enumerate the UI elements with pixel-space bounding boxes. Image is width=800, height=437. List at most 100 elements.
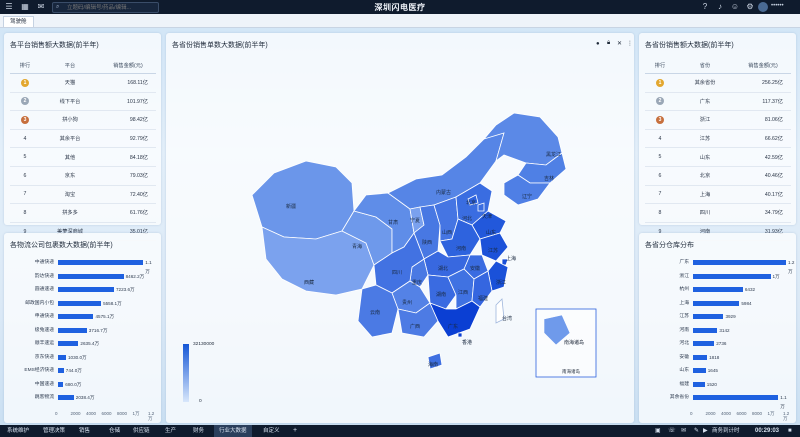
window-icon[interactable]: ▣ <box>655 425 661 437</box>
province-label[interactable]: 云南 <box>370 309 380 316</box>
taskbar-item[interactable]: 自定义 <box>258 425 285 437</box>
table-row[interactable]: 6 京东 79.03亿 <box>10 166 156 186</box>
province-label[interactable]: 吉林 <box>544 175 554 182</box>
bar-value-label: 2038.4万 <box>75 395 95 400</box>
settings-icon[interactable]: ⚙ <box>745 2 755 12</box>
bell-icon[interactable]: ♪ <box>715 2 725 12</box>
bar-row[interactable]: 中国速递 680.0万 <box>6 380 156 391</box>
province-label[interactable]: 河北 <box>462 215 472 222</box>
taskbar-item[interactable]: 供应链 <box>128 425 155 437</box>
province-label[interactable]: 河南 <box>456 245 466 252</box>
table-row[interactable]: 2 线下平台 101.97亿 <box>10 92 156 112</box>
table-row[interactable]: 7 上海 40.17亿 <box>645 185 791 205</box>
bar-row[interactable]: 极兔速递 3716.7万 <box>6 326 156 337</box>
stop-icon[interactable]: ■ <box>788 425 792 437</box>
bar-row[interactable]: 中通快递 1.1万 <box>6 258 156 274</box>
phone-icon[interactable]: ☏ <box>668 425 676 437</box>
table-row[interactable]: 5 其他 84.18亿 <box>10 147 156 167</box>
user-icon[interactable]: ☺ <box>730 2 740 12</box>
rank-cell: 8 <box>10 203 40 223</box>
province-label[interactable]: 上海 <box>506 255 516 262</box>
province-label[interactable]: 天津 <box>482 213 492 220</box>
province-label[interactable]: 北京 <box>466 199 476 206</box>
user-name[interactable]: •••••• <box>771 3 784 9</box>
province-label[interactable]: 陕西 <box>422 239 432 246</box>
province-label[interactable]: 山东 <box>486 229 496 236</box>
tab-cockpit[interactable]: 驾驶舱 <box>3 16 34 27</box>
bar-row[interactable]: 河南 3142 <box>641 326 791 337</box>
mail-icon[interactable]: ✎ <box>694 425 699 437</box>
province-label[interactable]: 湖南 <box>436 291 446 298</box>
add-tab-icon[interactable]: + <box>293 425 297 437</box>
province-label[interactable]: 辽宁 <box>522 193 532 200</box>
province-label[interactable]: 海南 <box>428 361 438 368</box>
province-label[interactable]: 贵州 <box>402 299 412 306</box>
table-row[interactable]: 1 天猫 168.11亿 <box>10 73 156 93</box>
province-label[interactable]: 西藏 <box>304 279 314 286</box>
bar-row[interactable]: 韵达快递 8462.2万 <box>6 272 156 283</box>
province-label[interactable]: 安徽 <box>470 265 480 272</box>
avatar[interactable] <box>758 2 768 12</box>
bar-row[interactable]: 上海 5984 <box>641 299 791 310</box>
table-row[interactable]: 3 浙江 81.06亿 <box>645 110 791 130</box>
bar-row[interactable]: 申通快递 4575.1万 <box>6 312 156 323</box>
province-label[interactable]: 浙江 <box>496 279 506 286</box>
province-label[interactable]: 重庆 <box>412 279 422 286</box>
play-icon[interactable]: ▶ <box>703 425 708 437</box>
province-label[interactable]: 宁夏 <box>410 217 420 224</box>
bar-row[interactable]: 福建 1520 <box>641 380 791 391</box>
bar-row[interactable]: 跳客物流 2038.4万 <box>6 393 156 404</box>
province-label[interactable]: 甘肃 <box>388 219 398 226</box>
bar-row[interactable]: 京东快递 1030.0万 <box>6 353 156 364</box>
bar-row[interactable]: 浙江 1万 <box>641 272 791 283</box>
province-label[interactable]: 香港 <box>462 339 472 346</box>
province-label[interactable]: 青海 <box>352 243 362 250</box>
value-cell: 40.17亿 <box>735 185 791 205</box>
province-label[interactable]: 江苏 <box>488 247 498 254</box>
province-label[interactable]: 福建 <box>478 295 488 302</box>
table-row[interactable]: 3 拼小狗 98.42亿 <box>10 110 156 130</box>
table-row[interactable]: 4 江苏 66.62亿 <box>645 129 791 149</box>
table-row[interactable]: 7 淘宝 72.40亿 <box>10 185 156 205</box>
bar-row[interactable]: 江苏 3929 <box>641 312 791 323</box>
bar-row[interactable]: 其余省份 1.1万 <box>641 393 791 409</box>
table-row[interactable]: 4 其余平台 92.79亿 <box>10 129 156 149</box>
province-label[interactable]: 台湾 <box>502 315 512 322</box>
bar-row[interactable]: 圆通速递 7223.6万 <box>6 285 156 296</box>
province-label[interactable]: 广东 <box>448 323 458 330</box>
table-row[interactable]: 8 拼多多 61.76亿 <box>10 203 156 223</box>
province-label[interactable]: 四川 <box>392 269 402 276</box>
taskbar-item[interactable]: 行业大数据 <box>214 425 252 437</box>
help-icon[interactable]: ? <box>700 2 710 12</box>
province-label[interactable]: 江西 <box>458 289 468 296</box>
table-row[interactable]: 5 山东 42.59亿 <box>645 147 791 167</box>
taskbar-item[interactable]: 管理决策 <box>38 425 70 437</box>
taskbar-item[interactable]: 仓储 <box>104 425 125 437</box>
bar-row[interactable]: EMS经济快递 744.0万 <box>6 366 156 377</box>
taskbar-item[interactable]: 生产 <box>160 425 181 437</box>
bar-row[interactable]: 山东 1645 <box>641 366 791 377</box>
province-ranking-table: 排行 省份 销售金额(元) 1 其余省份 256.25亿 2 广东 117.37亿 3 浙江 8… <box>645 58 791 242</box>
province-label[interactable]: 内蒙古 <box>436 189 451 196</box>
chat-icon[interactable]: ✉ <box>681 425 686 437</box>
taskbar-item[interactable]: 系统维护 <box>2 425 34 437</box>
tab-strip: 驾驶舱 <box>0 14 800 28</box>
bar-row[interactable]: 顺丰速运 2635.4万 <box>6 339 156 350</box>
bar-row[interactable]: 杭州 6432 <box>641 285 791 296</box>
taskbar-item[interactable]: 销售 <box>74 425 95 437</box>
province-label[interactable]: 湖北 <box>438 265 448 272</box>
province-label[interactable]: 新疆 <box>286 203 296 210</box>
province-label[interactable]: 黑龙江 <box>546 151 561 158</box>
table-row[interactable]: 6 北京 40.46亿 <box>645 166 791 186</box>
bar-row[interactable]: 邮政国内小包 5558.1万 <box>6 299 156 310</box>
table-row[interactable]: 1 其余省份 256.25亿 <box>645 73 791 93</box>
taskbar-item[interactable]: 财务 <box>188 425 209 437</box>
rank-cell: 4 <box>10 129 40 149</box>
bar-row[interactable]: 广东 1.2万 <box>641 258 794 274</box>
table-row[interactable]: 8 四川 34.79亿 <box>645 203 791 223</box>
bar-row[interactable]: 安徽 1818 <box>641 353 791 364</box>
province-label[interactable]: 广西 <box>410 323 420 330</box>
table-row[interactable]: 2 广东 117.37亿 <box>645 92 791 112</box>
province-label[interactable]: 山西 <box>442 229 452 236</box>
bar-row[interactable]: 河北 2736 <box>641 339 791 350</box>
